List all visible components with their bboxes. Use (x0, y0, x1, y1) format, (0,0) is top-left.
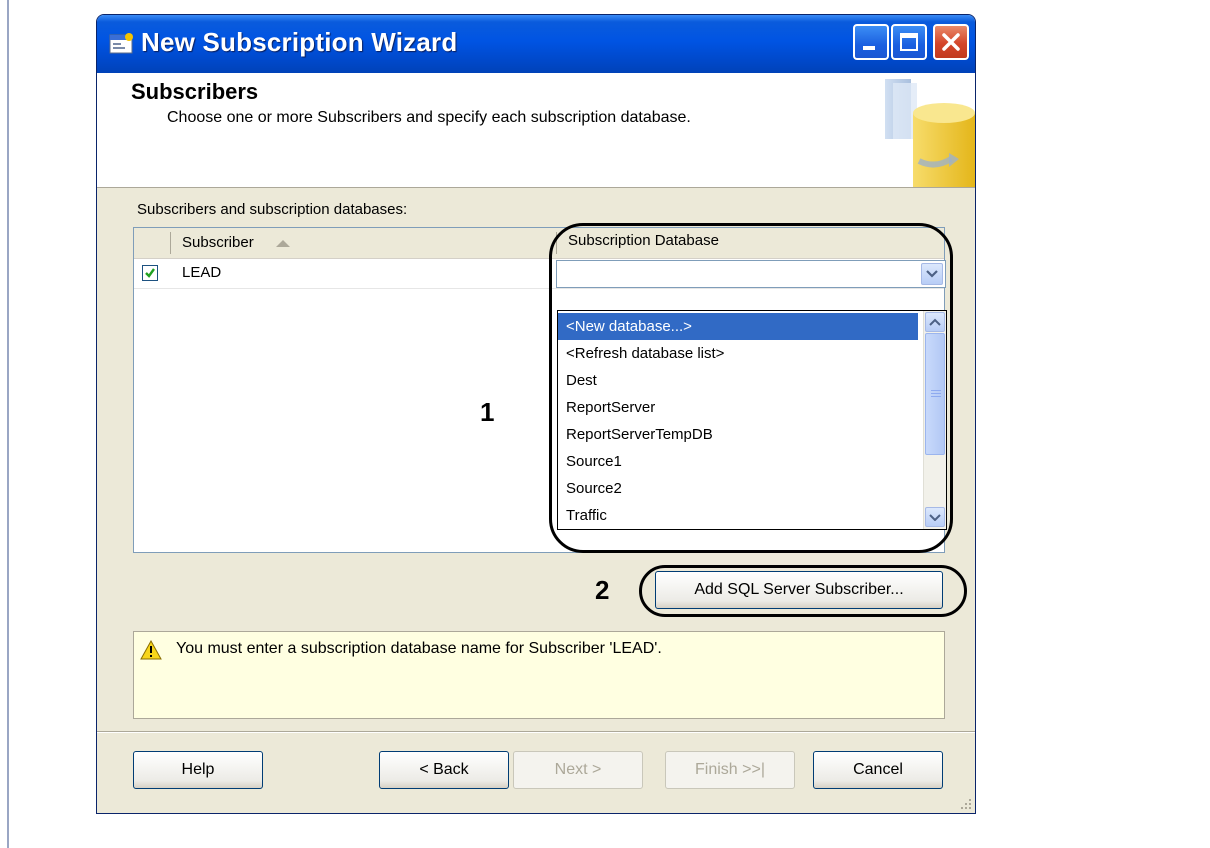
window-title: New Subscription Wizard (141, 27, 458, 57)
subscribers-grid-label: Subscribers and subscription databases: (137, 201, 408, 218)
page-title: Subscribers (131, 79, 259, 104)
checkmark-icon (145, 268, 155, 278)
dropdown-scrollbar[interactable] (923, 311, 946, 529)
dropdown-option[interactable]: Source1 (558, 448, 918, 475)
database-graphic-icon (885, 79, 975, 187)
maximize-button[interactable] (891, 24, 927, 60)
dropdown-option[interactable]: <Refresh database list> (558, 340, 918, 367)
next-button[interactable]: Next > (513, 751, 643, 789)
close-button[interactable] (933, 24, 969, 60)
chevron-down-icon (926, 270, 938, 278)
subscribers-grid: Subscriber Subscription Database LEAD <N… (133, 227, 947, 553)
header-band: Subscribers Choose one or more Subscribe… (97, 73, 975, 188)
annotation-label-2: 2 (595, 575, 610, 605)
scroll-down-button[interactable] (925, 507, 945, 527)
chevron-down-icon (929, 514, 941, 521)
combo-dropdown-button[interactable] (921, 263, 943, 285)
column-header-subscription-database[interactable]: Subscription Database (568, 232, 719, 249)
validation-message-text: You must enter a subscription database n… (176, 640, 662, 657)
page-subtitle: Choose one or more Subscribers and speci… (167, 109, 691, 126)
resize-grip-icon[interactable] (959, 797, 973, 811)
cancel-button[interactable]: Cancel (813, 751, 943, 789)
minimize-icon (863, 46, 875, 50)
dropdown-option[interactable]: ReportServer (558, 394, 918, 421)
help-button[interactable]: Help (133, 751, 263, 789)
add-sql-server-subscriber-button[interactable]: Add SQL Server Subscriber... (655, 571, 943, 609)
scroll-grip (931, 390, 941, 391)
column-separator (556, 232, 557, 254)
database-dropdown-list[interactable]: <New database...> <Refresh database list… (557, 310, 947, 530)
column-header-subscriber[interactable]: Subscriber (182, 234, 254, 251)
scroll-thumb[interactable] (925, 333, 945, 455)
wizard-icon (109, 33, 133, 54)
validation-message-box: You must enter a subscription database n… (133, 631, 945, 719)
warning-icon (140, 640, 162, 660)
column-separator (170, 232, 171, 254)
dropdown-option[interactable]: <New database...> (558, 313, 918, 340)
minimize-button[interactable] (853, 24, 889, 60)
title-bar[interactable]: New Subscription Wizard (97, 15, 975, 74)
footer-separator (97, 731, 975, 733)
annotation-label-1: 1 (480, 397, 495, 427)
subscriber-name: LEAD (182, 264, 222, 281)
wizard-window: New Subscription Wizard Subscribers Choo… (96, 14, 976, 814)
scroll-grip (931, 396, 941, 397)
page-left-rule (7, 0, 9, 848)
maximize-icon (900, 33, 918, 51)
dropdown-option[interactable]: ReportServerTempDB (558, 421, 918, 448)
close-icon (942, 33, 960, 51)
back-button[interactable]: < Back (379, 751, 509, 789)
sort-ascending-icon (276, 240, 290, 247)
scroll-up-button[interactable] (925, 312, 945, 332)
chevron-up-icon (929, 318, 941, 326)
dropdown-option[interactable]: Dest (558, 367, 918, 394)
dropdown-option[interactable]: Source2 (558, 475, 918, 502)
subscriber-checkbox[interactable] (142, 265, 158, 281)
scroll-grip (931, 393, 941, 394)
grid-header: Subscriber Subscription Database (134, 228, 944, 259)
dropdown-option[interactable]: Traffic (558, 502, 918, 529)
finish-button[interactable]: Finish >>| (665, 751, 795, 789)
subscription-database-combo[interactable] (556, 260, 946, 288)
